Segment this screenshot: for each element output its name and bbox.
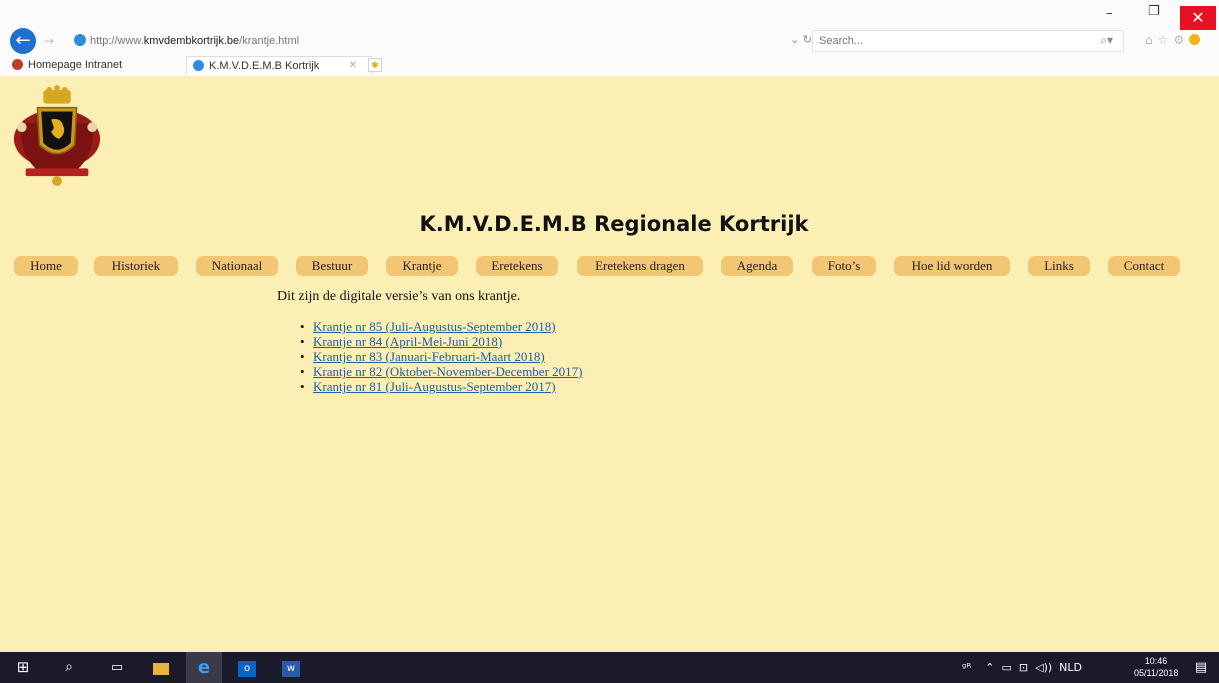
browser-tools: ⌂☆⚙ [1145, 33, 1201, 47]
windows-taskbar: ⊞ ⌕ ▭ e o w ᵍᴿ ⌃ ▭ ⊡ ◁)) NLD 10:46 05/11/… [0, 652, 1219, 683]
back-button[interactable]: ← [10, 28, 36, 54]
restore-button[interactable]: ❐ [1148, 4, 1160, 19]
main-navigation: Home Historiek Nationaal Bestuur Krantje… [0, 256, 1219, 276]
nav-historiek[interactable]: Historiek [94, 256, 178, 276]
search-input[interactable] [819, 31, 1079, 51]
nav-contact[interactable]: Contact [1108, 256, 1180, 276]
list-item: • Krantje nr 85 (Juli-Augustus-September … [300, 319, 556, 334]
nav-eretekens[interactable]: Eretekens [476, 256, 558, 276]
new-tab-button[interactable]: ✱ [368, 58, 382, 72]
address-path: /krantje.html [239, 35, 300, 47]
clock-date: 05/11/2018 [1134, 668, 1179, 678]
address-prefix: http://www. [90, 35, 144, 47]
internet-explorer-icon[interactable]: e [186, 652, 222, 683]
chevron-up-icon[interactable]: ⌃ [985, 661, 994, 674]
belgian-coat-of-arms-logo [13, 85, 101, 186]
nav-home[interactable]: Home [14, 256, 78, 276]
list-item: • Krantje nr 83 (Januari-Februari-Maart 2… [300, 349, 545, 364]
battery-icon[interactable]: ▭ [1002, 661, 1012, 674]
close-button[interactable]: ✕ [1180, 6, 1216, 30]
list-item: • Krantje nr 82 (Oktober-November-Decembe… [300, 364, 583, 379]
issue-link[interactable]: Krantje nr 81 (Juli-Augustus-September 2… [313, 379, 556, 394]
nav-fotos[interactable]: Foto’s [812, 256, 876, 276]
tab-kmvdemb-kortrijk[interactable]: K.M.V.D.E.M.B Kortrijk ✕ [186, 56, 372, 74]
nav-nationaal[interactable]: Nationaal [196, 256, 278, 276]
outlook-icon[interactable]: o [232, 652, 262, 683]
favorites-star-icon[interactable]: ☆ [1158, 33, 1174, 47]
nav-bestuur[interactable]: Bestuur [296, 256, 368, 276]
favorite-label: Homepage Intranet [28, 59, 123, 71]
issue-link[interactable]: Krantje nr 83 (Januari-Februari-Maart 20… [313, 349, 545, 364]
site-title: K.M.V.D.E.M.B Regionale Kortrijk [419, 212, 809, 236]
list-item: • Krantje nr 81 (Juli-Augustus-September … [300, 379, 556, 394]
feedback-smiley-icon[interactable] [1189, 34, 1201, 45]
nav-hoe-lid-worden[interactable]: Hoe lid worden [894, 256, 1010, 276]
system-tray: ᵍᴿ ⌃ ▭ ⊡ ◁)) NLD [962, 652, 1082, 683]
nav-krantje[interactable]: Krantje [386, 256, 458, 276]
language-indicator[interactable]: NLD [1059, 661, 1082, 674]
issue-link[interactable]: Krantje nr 85 (Juli-Augustus-September 2… [313, 319, 556, 334]
issue-link[interactable]: Krantje nr 84 (April-Mei-Juni 2018) [313, 334, 502, 349]
clock[interactable]: 10:46 05/11/2018 [1134, 655, 1178, 679]
search-box[interactable]: ⌕▾ [812, 30, 1124, 52]
refresh-icon[interactable]: ↻ [803, 33, 812, 46]
issue-list: • Krantje nr 85 (Juli-Augustus-September … [300, 319, 582, 394]
ie-icon [193, 60, 204, 71]
issue-link[interactable]: Krantje nr 82 (Oktober-November-December… [313, 364, 582, 379]
people-icon[interactable]: ᵍᴿ [962, 661, 971, 674]
notifications-icon[interactable]: ▤ [1188, 652, 1214, 683]
clock-time: 10:46 [1144, 656, 1168, 666]
task-view-icon[interactable]: ▭ [102, 652, 132, 683]
address-tools: ⌄ ↻ [790, 33, 812, 46]
page-content: K.M.V.D.E.M.B Regionale Kortrijk Home Hi… [0, 76, 1219, 652]
forward-button[interactable]: → [44, 34, 54, 48]
ie-icon [74, 34, 86, 46]
dropdown-icon[interactable]: ⌄ [790, 33, 799, 46]
minimize-button[interactable]: – [1106, 6, 1113, 21]
browser-chrome: ← → http://www.kmvdembkortrijk.be/krantj… [0, 0, 1219, 77]
network-icon[interactable]: ⊡ [1019, 661, 1028, 674]
nav-eretekens-dragen[interactable]: Eretekens dragen [577, 256, 703, 276]
search-icon[interactable]: ⌕ [54, 652, 84, 683]
homepage-icon [12, 59, 23, 70]
favorite-homepage-intranet[interactable]: Homepage Intranet [12, 57, 122, 73]
tab-close-icon[interactable]: ✕ [349, 57, 357, 75]
favorites-bar: Homepage Intranet K.M.V.D.E.M.B Kortrijk… [0, 56, 1219, 74]
nav-agenda[interactable]: Agenda [721, 256, 793, 276]
word-icon[interactable]: w [276, 652, 306, 683]
volume-icon[interactable]: ◁)) [1035, 661, 1052, 674]
settings-gear-icon[interactable]: ⚙ [1173, 33, 1189, 47]
nav-links[interactable]: Links [1028, 256, 1090, 276]
windows-start-icon[interactable]: ⊞ [8, 652, 38, 683]
search-icon[interactable]: ⌕▾ [1100, 33, 1113, 48]
address-domain: kmvdembkortrijk.be [143, 35, 240, 47]
list-item: • Krantje nr 84 (April-Mei-Juni 2018) [300, 334, 503, 349]
intro-text: Dit zijn de digitale versie’s van ons kr… [277, 289, 521, 304]
file-explorer-icon[interactable] [146, 652, 176, 683]
tab-label: K.M.V.D.E.M.B Kortrijk [209, 60, 320, 72]
home-icon[interactable]: ⌂ [1145, 33, 1158, 47]
address-bar[interactable]: http://www.kmvdembkortrijk.be/krantje.ht… [74, 32, 818, 50]
